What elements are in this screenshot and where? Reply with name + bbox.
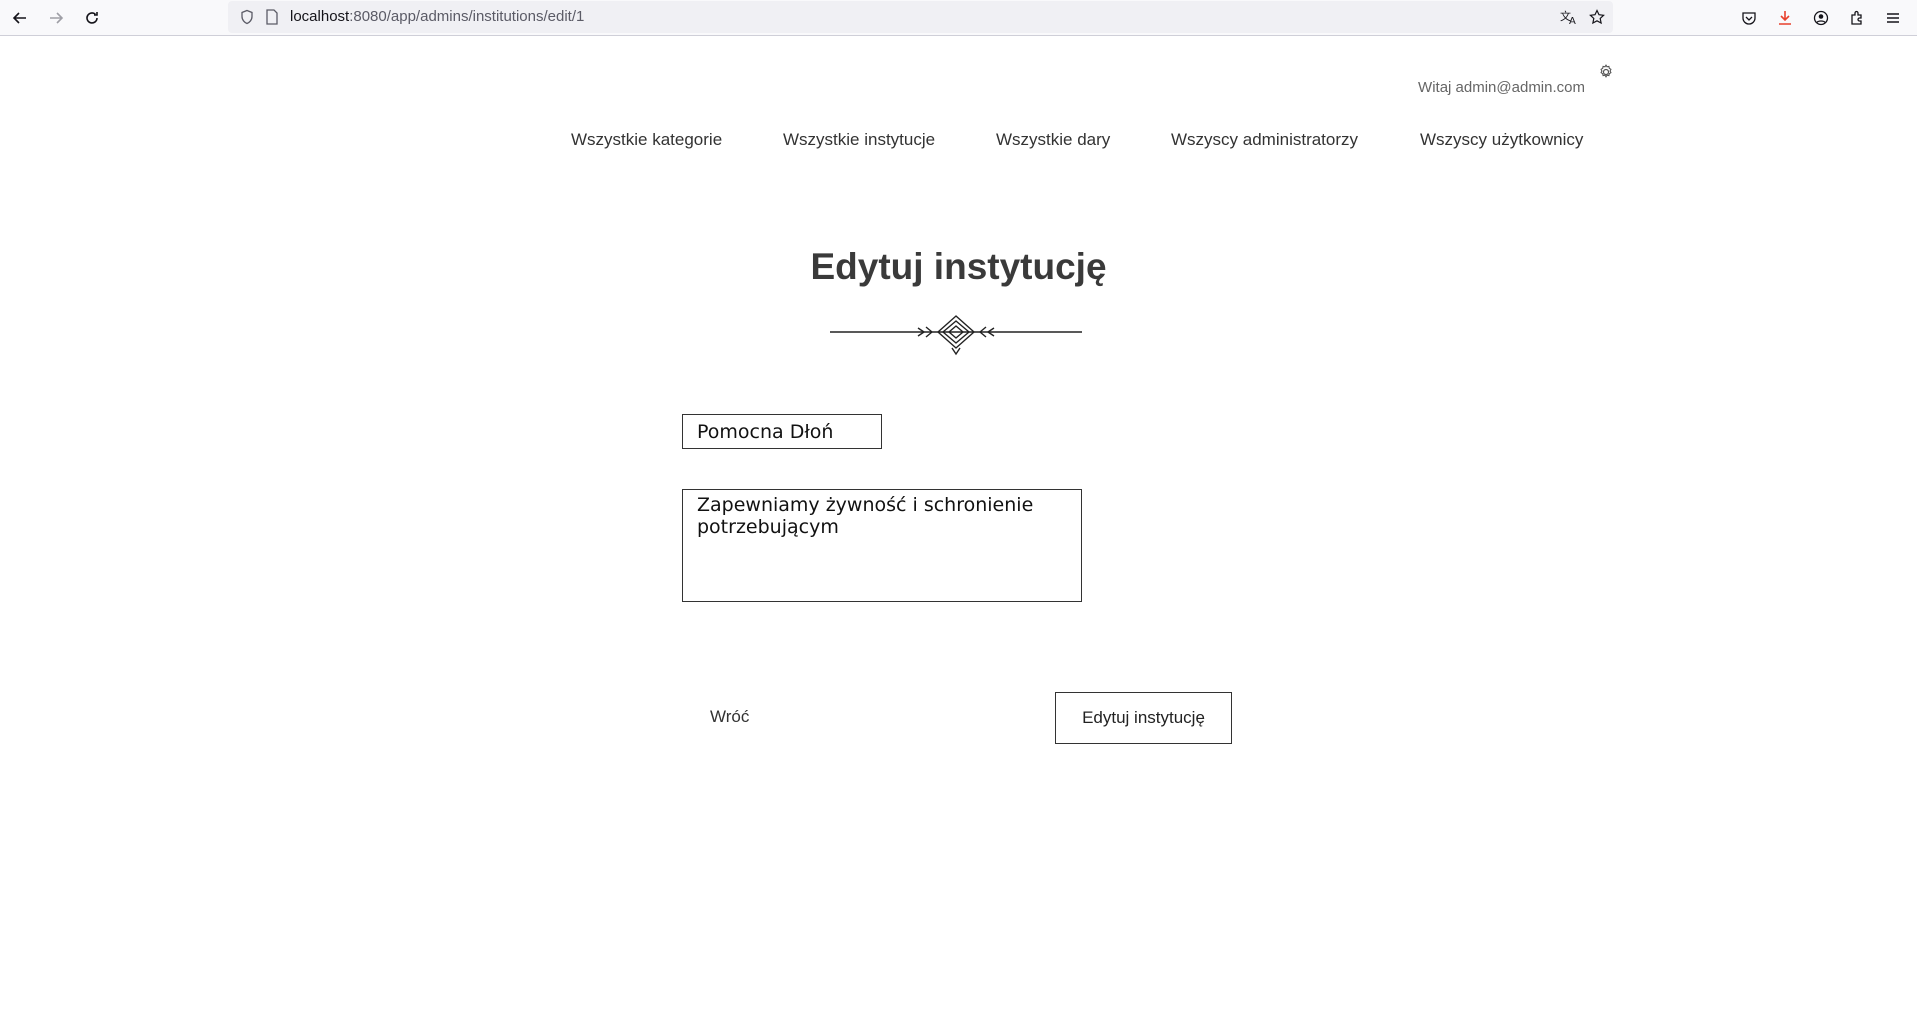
nav-item-institutions[interactable]: Wszystkie instytucje [783,130,935,150]
reload-icon[interactable] [78,4,106,32]
page-icon[interactable] [261,1,283,33]
nav-item-users[interactable]: Wszyscy użytkownicy [1420,130,1583,150]
url-host: localhost [290,8,350,25]
decorative-divider-icon [830,315,1082,356]
nav-item-admins[interactable]: Wszyscy administratorzy [1171,130,1358,150]
download-icon[interactable] [1771,4,1799,32]
nav-item-donations[interactable]: Wszystkie dary [996,130,1110,150]
nav-item-categories[interactable]: Wszystkie kategorie [571,130,722,150]
translate-icon[interactable]: 文A [1558,1,1580,33]
pocket-icon[interactable] [1735,4,1763,32]
page-title: Edytuj instytucję [810,246,1107,287]
back-link[interactable]: Wróć [710,707,749,727]
menu-icon[interactable] [1879,4,1907,32]
gear-icon[interactable] [1596,62,1616,82]
institution-name-input[interactable] [682,414,882,449]
url-text[interactable]: localhost:8080/app/admins/institutions/e… [290,1,584,33]
svg-text:A: A [1569,16,1576,25]
back-arrow-icon[interactable] [6,4,34,32]
extensions-icon[interactable] [1843,4,1871,32]
url-bar[interactable]: localhost:8080/app/admins/institutions/e… [228,1,1613,33]
browser-toolbar: localhost:8080/app/admins/institutions/e… [0,0,1917,36]
shield-icon[interactable] [236,1,258,33]
main-nav: Wszystkie kategorie Wszystkie instytucje… [0,130,1917,160]
forward-arrow-icon[interactable] [42,4,70,32]
account-icon[interactable] [1807,4,1835,32]
bookmark-star-icon[interactable] [1586,1,1608,33]
edit-institution-button[interactable]: Edytuj instytucję [1055,692,1232,744]
greeting-text: Witaj admin@admin.com [1418,79,1585,96]
institution-description-textarea[interactable]: Zapewniamy żywność i schronienie potrzeb… [682,489,1082,602]
url-path: :8080/app/admins/institutions/edit/1 [349,8,585,25]
